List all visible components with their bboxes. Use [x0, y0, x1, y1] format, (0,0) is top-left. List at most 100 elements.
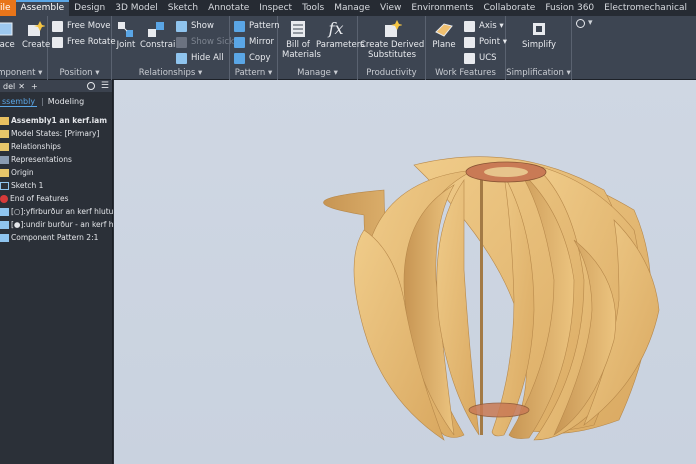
relationships-panel-label[interactable]: Relationships ▾: [112, 68, 229, 78]
show-icon: [176, 20, 187, 32]
graphics-viewport[interactable]: [114, 80, 696, 464]
hamburger-menu-icon[interactable]: ☰: [101, 81, 109, 91]
tree-item-sketch-1[interactable]: Sketch 1: [0, 180, 43, 192]
pattern-icon: [0, 234, 9, 242]
ucs-button[interactable]: UCS: [464, 51, 497, 65]
tree-item-model-states[interactable]: Model States: [Primary]: [0, 128, 99, 140]
tree-item-relationships[interactable]: Relationships: [0, 141, 61, 153]
create-derived-label-line2: Substitutes: [367, 50, 416, 60]
bom-label-line2: Materials: [282, 50, 321, 60]
parameters-button[interactable]: fx Parameters: [316, 20, 365, 51]
create-derived-label-line1: Create Derived: [360, 40, 425, 50]
tree-item-component-pattern[interactable]: Component Pattern 2:1: [0, 232, 98, 244]
tree-item-representations[interactable]: Representations: [0, 154, 72, 166]
simplification-panel-label[interactable]: Simplification ▾: [506, 68, 571, 78]
assembly-icon: [0, 117, 9, 125]
tab-file[interactable]: ile: [0, 0, 16, 16]
panel-component: lace Create omponent ▾: [0, 16, 50, 80]
plane-button[interactable]: Plane: [428, 20, 460, 50]
tree-item-part-1[interactable]: [○]:yfirburður an kerf hlutur:1: [0, 206, 124, 218]
hide-all-button[interactable]: Hide All: [176, 51, 224, 65]
show-button[interactable]: Show: [176, 19, 214, 33]
tab-manage[interactable]: Manage: [329, 0, 375, 16]
tab-electromechanical[interactable]: Electromechanical: [599, 0, 692, 16]
tree-item-label: Component Pattern 2:1: [11, 233, 99, 242]
tree-item-label: Origin: [11, 168, 34, 177]
constrain-icon: [146, 20, 166, 38]
axis-button[interactable]: Axis ▾: [464, 19, 504, 33]
browser-tab-model[interactable]: del: [0, 82, 18, 91]
tree-item-label: Representations: [11, 155, 72, 164]
show-sick-button[interactable]: Show Sick: [176, 35, 234, 49]
close-icon[interactable]: ✕: [18, 82, 25, 91]
create-derived-substitutes-button[interactable]: Create Derived Substitutes: [360, 20, 424, 60]
hide-all-icon: [176, 52, 187, 64]
folder-icon: [0, 130, 9, 138]
place-label: lace: [0, 40, 15, 50]
bom-label-line1: Bill of: [286, 40, 310, 50]
place-button[interactable]: lace: [0, 20, 16, 50]
browser-tab-bar: del ✕ + ☰: [0, 80, 112, 92]
panel-manage: Bill of Materials fx Parameters Manage ▾: [278, 16, 365, 80]
tab-3d-model[interactable]: 3D Model: [110, 0, 163, 16]
tab-assemble[interactable]: Assemble: [15, 0, 70, 16]
mirror-icon: [234, 36, 245, 48]
ucs-label: UCS: [479, 53, 497, 63]
free-move-button[interactable]: Free Move: [52, 19, 111, 33]
tab-fusion-360[interactable]: Fusion 360: [540, 0, 599, 16]
free-move-icon: [52, 20, 63, 32]
panel-simplification: Simplify Simplification ▾: [506, 16, 572, 80]
model-browser: del ✕ + ☰ ssembly | Modeling Assembly1 a…: [0, 80, 138, 464]
part-icon: [0, 221, 9, 229]
show-sick-label: Show Sick: [191, 37, 234, 47]
simplify-label: Simplify: [521, 40, 557, 50]
tab-tools[interactable]: Tools: [297, 0, 329, 16]
tab-environments[interactable]: Environments: [406, 0, 478, 16]
add-tab-icon[interactable]: +: [28, 82, 41, 91]
mirror-button[interactable]: Mirror: [234, 35, 274, 49]
point-button[interactable]: Point ▾: [464, 35, 507, 49]
joint-button[interactable]: Joint: [116, 20, 136, 50]
tab-inspect[interactable]: Inspect: [254, 0, 297, 16]
pattern-panel-label[interactable]: Pattern ▾: [230, 68, 277, 78]
component-panel-label[interactable]: omponent ▾: [0, 68, 47, 78]
simplify-icon: [529, 20, 549, 38]
productivity-panel-label: Productivity: [366, 68, 417, 78]
tab-view[interactable]: View: [375, 0, 406, 16]
search-icon[interactable]: [86, 82, 95, 90]
copy-button[interactable]: Copy: [234, 51, 271, 65]
tab-design[interactable]: Design: [69, 0, 110, 16]
ribbon-extra-dropdown[interactable]: ▾: [576, 18, 593, 28]
bill-of-materials-button[interactable]: Bill of Materials: [282, 20, 321, 60]
free-rotate-button[interactable]: Free Rotate: [52, 35, 116, 49]
tab-annotate[interactable]: Annotate: [203, 0, 254, 16]
manage-panel-label[interactable]: Manage ▾: [278, 68, 357, 78]
create-button[interactable]: Create: [22, 20, 50, 50]
panel-work-features: Plane Axis ▾ Point ▾ UCS Work Features: [426, 16, 507, 80]
axis-icon: [464, 20, 475, 32]
pattern-button[interactable]: Pattern: [234, 19, 280, 33]
point-label: Point ▾: [479, 37, 508, 47]
tree-item-origin[interactable]: Origin: [0, 167, 34, 179]
panel-productivity: Create Derived Substitutes Productivity: [358, 16, 426, 80]
tab-sketch[interactable]: Sketch: [163, 0, 203, 16]
tree-root-assembly[interactable]: Assembly1 an kerf.iam: [0, 115, 107, 127]
tree-item-label: End of Features: [10, 194, 69, 203]
chevron-down-icon: ▾: [588, 18, 593, 28]
subtab-modeling[interactable]: Modeling: [48, 97, 84, 106]
tree-item-end-of-features[interactable]: End of Features: [0, 193, 69, 205]
create-component-icon: [25, 20, 46, 38]
work-features-panel-label: Work Features: [435, 68, 496, 78]
position-panel-label[interactable]: Position ▾: [48, 68, 111, 78]
subtab-assembly[interactable]: ssembly: [0, 97, 38, 107]
pattern-icon: [234, 20, 245, 32]
tab-collaborate[interactable]: Collaborate: [479, 0, 541, 16]
wooden-lamp-model[interactable]: [114, 80, 696, 464]
constrain-button[interactable]: Constrain: [140, 20, 181, 50]
show-sick-icon: [176, 36, 187, 48]
simplify-button[interactable]: Simplify: [519, 20, 559, 50]
mirror-label: Mirror: [249, 37, 275, 47]
place-icon: [0, 20, 16, 38]
show-label: Show: [191, 21, 214, 31]
panel-pattern: Pattern Mirror Copy Pattern ▾: [230, 16, 280, 80]
